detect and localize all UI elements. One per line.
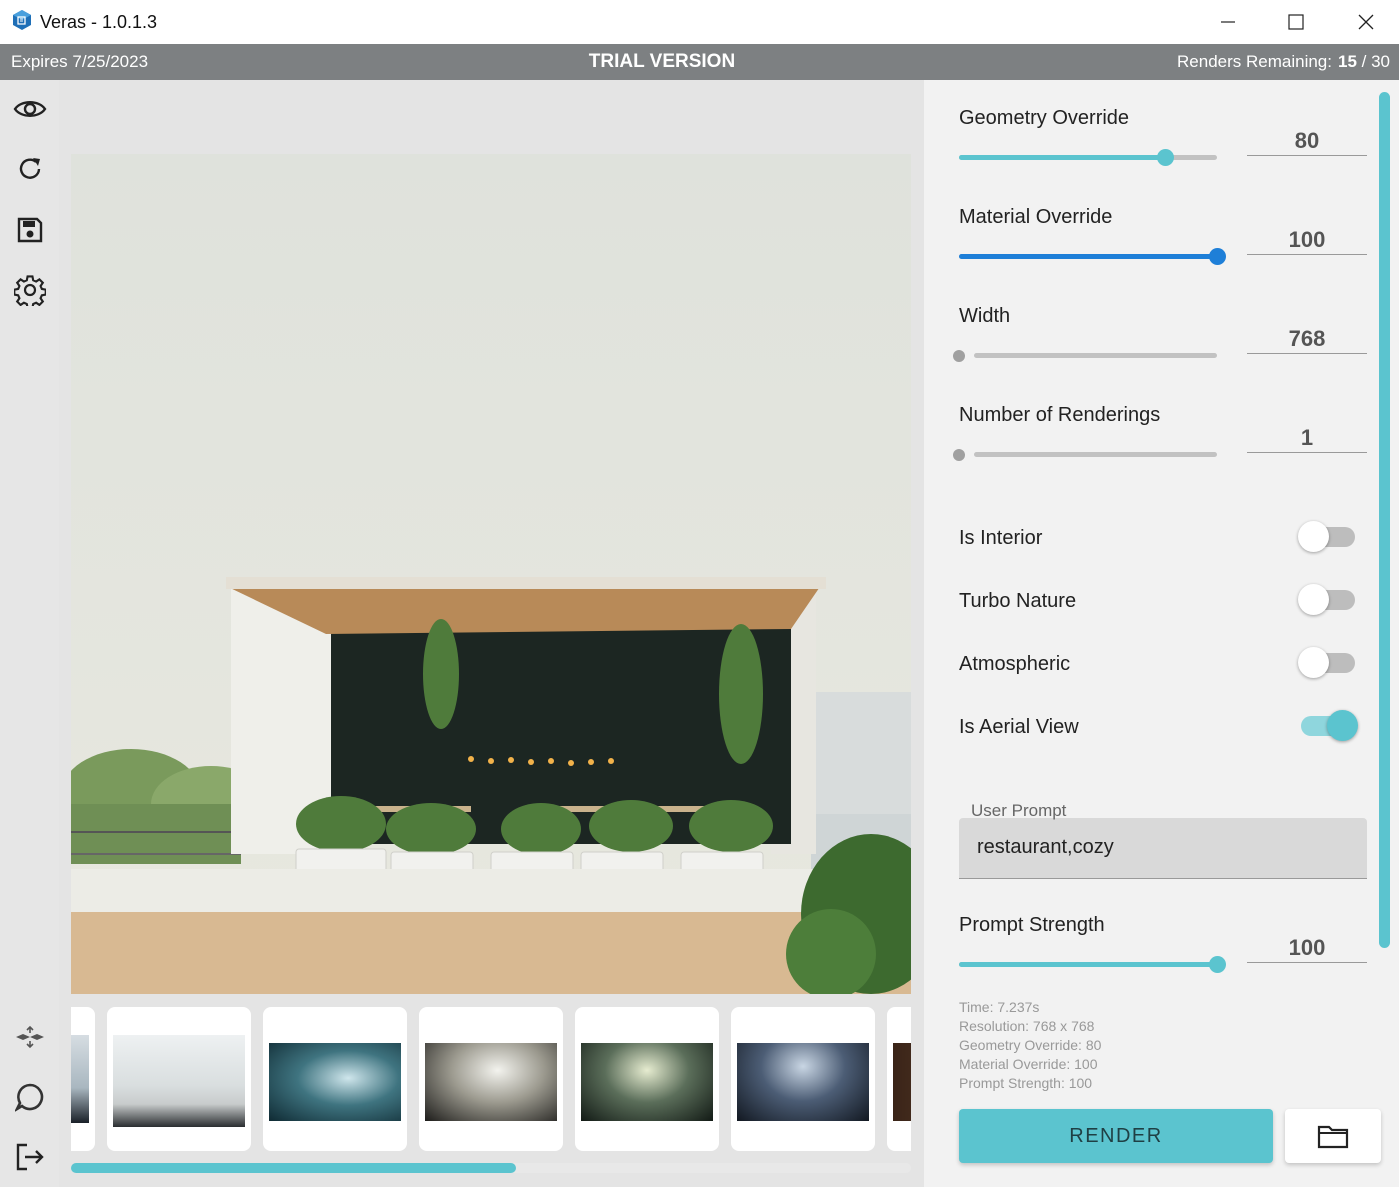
chat-icon[interactable] — [12, 1079, 48, 1115]
open-folder-button[interactable] — [1285, 1109, 1381, 1163]
render-info: Time: 7.237s Resolution: 768 x 768 Geome… — [959, 998, 1101, 1093]
thumbnail-image — [425, 1043, 557, 1121]
refresh-icon[interactable] — [12, 151, 48, 187]
gallery-thumbnail[interactable] — [71, 1007, 95, 1151]
number-of-renderings-slider-knob[interactable] — [953, 449, 965, 461]
vr-view-icon[interactable] — [12, 1019, 48, 1055]
veras-cube-icon — [13, 10, 31, 30]
user-prompt-label: User Prompt — [971, 801, 1067, 820]
render-time: Time: 7.237s — [959, 999, 1040, 1015]
number-of-renderings-label: Number of Renderings — [959, 404, 1161, 426]
toggle-knob — [1298, 584, 1329, 615]
gallery-thumbnail[interactable] — [107, 1007, 251, 1151]
geometry-override-value[interactable]: 80 — [1247, 120, 1367, 156]
minimize-icon — [1221, 21, 1235, 23]
trial-status-bar: Expires 7/25/2023 TRIAL VERSION Renders … — [0, 44, 1399, 80]
gallery-thumbnail[interactable] — [731, 1007, 875, 1151]
close-icon — [1358, 14, 1374, 30]
width-slider-knob[interactable] — [953, 350, 965, 362]
material-override-value[interactable]: 100 — [1247, 219, 1367, 255]
maximize-button[interactable] — [1261, 0, 1331, 44]
is-interior-toggle[interactable] — [1298, 518, 1358, 554]
is-interior-label: Is Interior — [959, 527, 1043, 549]
toggle-knob — [1298, 647, 1329, 678]
close-button[interactable] — [1331, 0, 1399, 44]
eye-icon[interactable] — [12, 91, 48, 127]
prompt-strength-slider-fill — [959, 962, 1217, 967]
minimize-button[interactable] — [1193, 0, 1263, 44]
turbo-nature-label: Turbo Nature — [959, 590, 1077, 612]
prompt-strength-slider-knob[interactable] — [1208, 956, 1226, 973]
thumbnail-image — [737, 1043, 869, 1121]
width-slider-track[interactable] — [974, 353, 1217, 358]
number-of-renderings-value[interactable]: 1 — [1247, 417, 1367, 453]
thumbnail-image — [581, 1043, 713, 1121]
render-geometry-override: Geometry Override: 80 — [959, 1037, 1102, 1053]
user-prompt-value[interactable]: restaurant,cozy — [977, 836, 1114, 859]
toggle-knob — [1298, 521, 1329, 552]
trial-banner: TRIAL VERSION — [588, 51, 736, 72]
prompt-strength-label: Prompt Strength — [959, 914, 1105, 936]
renders-remaining: Renders Remaining: 15 / 30 — [1177, 52, 1390, 72]
settings-scrollbar[interactable] — [1379, 92, 1390, 948]
renders-remaining-label: Renders Remaining: — [1177, 52, 1332, 71]
thumbnail-image — [113, 1035, 245, 1127]
material-override-slider-fill — [959, 254, 1217, 259]
thumbnail-image — [71, 1035, 89, 1123]
render-button[interactable]: RENDER — [959, 1109, 1273, 1163]
width-value[interactable]: 768 — [1247, 318, 1367, 354]
thumbnail-image — [269, 1043, 401, 1121]
render-resolution: Resolution: 768 x 768 — [959, 1018, 1095, 1034]
settings-gear-icon[interactable] — [12, 272, 48, 308]
atmospheric-label: Atmospheric — [959, 653, 1071, 675]
title-bar: Veras - 1.0.1.3 — [0, 0, 1399, 44]
material-override-slider-knob[interactable] — [1208, 248, 1226, 265]
rendered-image[interactable] — [71, 154, 911, 994]
prompt-strength-value[interactable]: 100 — [1247, 927, 1367, 963]
material-override-label: Material Override — [959, 206, 1113, 228]
renders-used: 15 — [1337, 52, 1357, 71]
turbo-nature-toggle[interactable] — [1298, 581, 1358, 617]
number-of-renderings-slider-track[interactable] — [974, 452, 1217, 457]
toggle-knob — [1327, 710, 1358, 741]
maximize-icon — [1288, 14, 1304, 30]
folder-icon — [1317, 1125, 1349, 1149]
gallery-scrollbar-thumb[interactable] — [71, 1163, 517, 1173]
is-aerial-view-toggle[interactable] — [1298, 707, 1358, 743]
atmospheric-toggle[interactable] — [1298, 644, 1358, 680]
geometry-override-slider-fill — [959, 155, 1166, 160]
gallery-thumbnail[interactable] — [887, 1007, 911, 1151]
save-icon[interactable] — [12, 212, 48, 248]
width-label: Width — [959, 305, 1011, 327]
gallery-thumbnail[interactable] — [575, 1007, 719, 1151]
logout-icon[interactable] — [12, 1139, 48, 1175]
renders-total: / 30 — [1361, 52, 1390, 71]
gallery-thumbnail[interactable] — [263, 1007, 407, 1151]
gallery-thumbnail[interactable] — [419, 1007, 563, 1151]
thumbnail-image — [893, 1043, 911, 1121]
render-material-override: Material Override: 100 — [959, 1056, 1098, 1072]
window-title: Veras - 1.0.1.3 — [40, 12, 158, 32]
geometry-override-label: Geometry Override — [959, 107, 1130, 129]
render-prompt-strength: Prompt Strength: 100 — [959, 1075, 1093, 1091]
is-aerial-view-label: Is Aerial View — [959, 716, 1079, 738]
geometry-override-slider-knob[interactable] — [1156, 149, 1174, 166]
render-gallery — [71, 1007, 911, 1151]
